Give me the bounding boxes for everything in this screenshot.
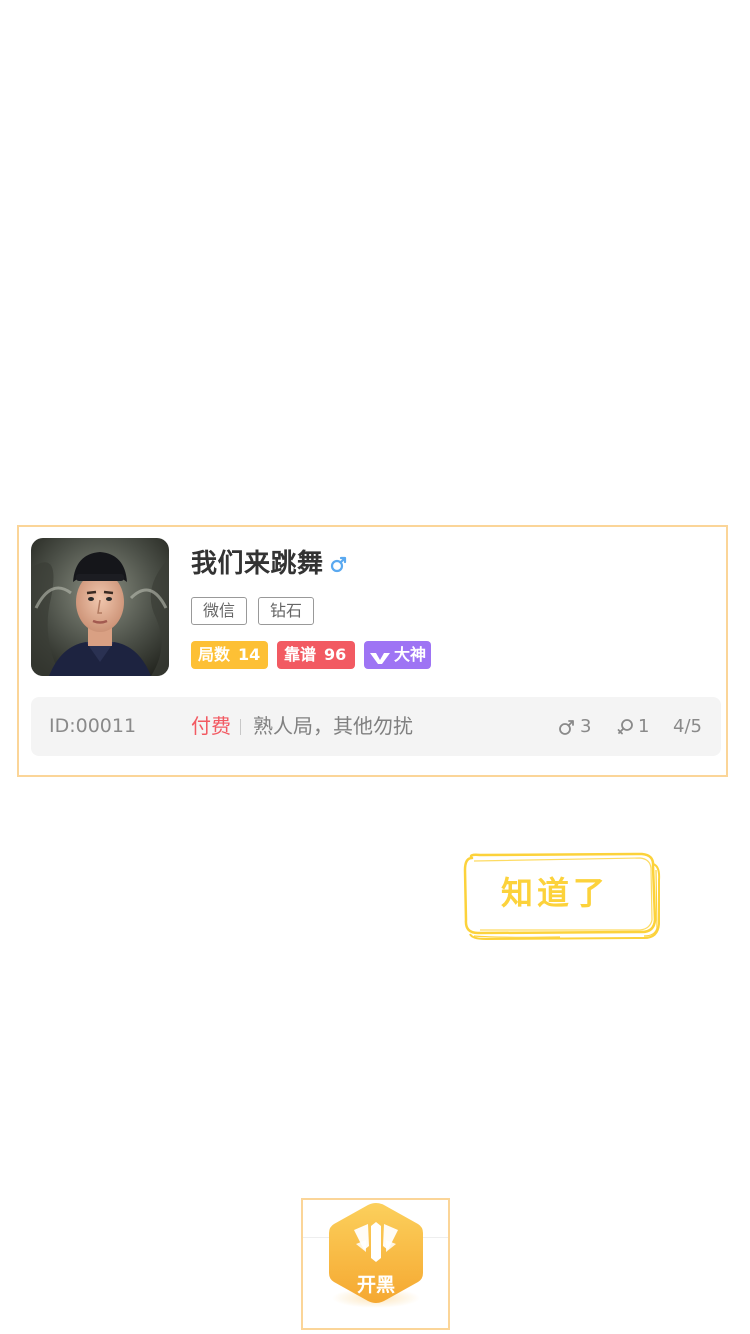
- divider: [240, 719, 241, 735]
- wings-icon: [369, 647, 391, 664]
- god-badge: 大神: [364, 641, 431, 669]
- female-symbol-icon: [617, 718, 633, 734]
- games-badge: 局数 14: [191, 641, 268, 669]
- tab-center-frame: 开黑: [301, 1198, 450, 1330]
- tab-kaihei-label: 开黑: [356, 1274, 395, 1296]
- god-badge-label: 大神: [394, 645, 427, 664]
- male-icon: [330, 555, 348, 573]
- avatar-photo: [31, 538, 169, 676]
- room-card[interactable]: 我们来跳舞 微信 钻石 局数 14 靠谱 96 大神 ID:00011 付费 熟…: [17, 525, 728, 777]
- tags-row: 微信 钻石: [191, 597, 315, 625]
- room-info-bar: ID:00011 付费 熟人局，其他勿扰 3 1 4/5: [31, 697, 721, 756]
- tag-wechat: 微信: [191, 597, 248, 625]
- reputation-badge-value: 96: [324, 645, 347, 664]
- female-count-value: 1: [638, 716, 650, 737]
- name-row: 我们来跳舞: [191, 541, 348, 581]
- tab-kaihei[interactable]: 开黑: [326, 1200, 426, 1310]
- male-count: 3: [558, 697, 591, 756]
- tag-rank: 钻石: [258, 597, 315, 625]
- room-description: 熟人局，其他勿扰: [253, 714, 413, 738]
- pay-type: 付费: [191, 714, 231, 738]
- male-symbol-icon: [559, 719, 574, 735]
- games-badge-value: 14: [238, 645, 261, 664]
- got-it-label: 知道了: [500, 874, 609, 912]
- games-badge-label: 局数: [198, 645, 231, 664]
- reputation-badge-label: 靠谱: [284, 645, 317, 664]
- room-id: ID:00011: [49, 715, 137, 737]
- male-count-value: 3: [580, 716, 592, 737]
- badges-row: 局数 14 靠谱 96 大神: [191, 641, 431, 669]
- female-count: 1: [616, 697, 649, 756]
- got-it-button[interactable]: 知道了: [460, 850, 662, 942]
- avatar[interactable]: [31, 538, 169, 676]
- room-owner-name: 我们来跳舞: [191, 548, 324, 579]
- reputation-badge: 靠谱 96: [277, 641, 355, 669]
- member-count: 4/5: [673, 716, 702, 737]
